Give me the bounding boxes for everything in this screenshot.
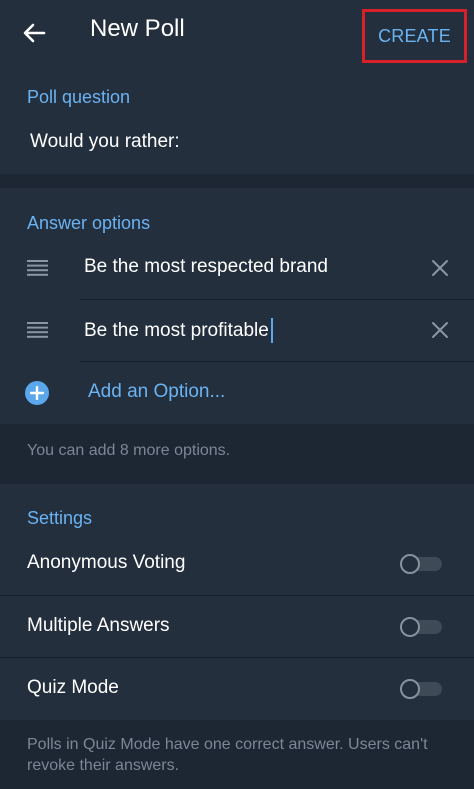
anonymous-voting-toggle[interactable] — [400, 554, 442, 574]
close-icon[interactable] — [430, 258, 450, 278]
answer-options-section: Answer options Be the most respected bra… — [0, 188, 474, 424]
toggle-knob — [400, 554, 420, 574]
page-title: New Poll — [90, 15, 185, 42]
setting-label: Multiple Answers — [27, 615, 170, 636]
quiz-mode-toggle[interactable] — [400, 679, 442, 699]
answer-option-row: Be the most profitable — [0, 300, 474, 362]
plus-circle-icon[interactable] — [25, 381, 49, 405]
close-icon[interactable] — [430, 320, 450, 340]
setting-row-anonymous-voting[interactable]: Anonymous Voting — [0, 533, 474, 595]
settings-section: Settings Anonymous Voting Multiple Answe… — [0, 484, 474, 720]
drag-handle-icon[interactable] — [27, 260, 48, 276]
quiz-mode-note: Polls in Quiz Mode have one correct answ… — [27, 736, 428, 774]
poll-question-input[interactable]: Would you rather: — [30, 131, 180, 153]
create-button[interactable]: CREATE — [362, 9, 467, 63]
answer-option-text: Be the most profitable — [84, 319, 269, 341]
answer-option-input[interactable]: Be the most profitable — [84, 318, 273, 343]
text-cursor — [270, 318, 273, 343]
drag-handle-icon[interactable] — [27, 322, 48, 338]
app-header: New Poll CREATE — [0, 0, 474, 66]
answer-option-input[interactable]: Be the most respected brand — [84, 256, 328, 278]
setting-label: Quiz Mode — [27, 677, 119, 698]
poll-question-heading: Poll question — [27, 87, 131, 107]
back-arrow-icon — [23, 23, 46, 43]
settings-heading: Settings — [27, 508, 93, 528]
add-option-button[interactable]: Add an Option... — [88, 381, 225, 403]
multiple-answers-toggle[interactable] — [400, 617, 442, 637]
back-button[interactable] — [18, 18, 50, 48]
poll-question-section: Poll question Would you rather: — [0, 66, 474, 174]
setting-label: Anonymous Voting — [27, 552, 186, 573]
answer-option-text: Be the most respected brand — [84, 256, 328, 277]
divider — [80, 361, 474, 362]
setting-row-multiple-answers[interactable]: Multiple Answers — [0, 596, 474, 658]
options-remaining-note: You can add 8 more options. — [27, 442, 231, 459]
create-button-label: CREATE — [378, 25, 451, 46]
setting-row-quiz-mode[interactable]: Quiz Mode — [0, 658, 474, 720]
answer-option-row: Be the most respected brand — [0, 238, 474, 300]
toggle-knob — [400, 679, 420, 699]
answer-options-heading: Answer options — [27, 213, 151, 233]
toggle-knob — [400, 617, 420, 637]
